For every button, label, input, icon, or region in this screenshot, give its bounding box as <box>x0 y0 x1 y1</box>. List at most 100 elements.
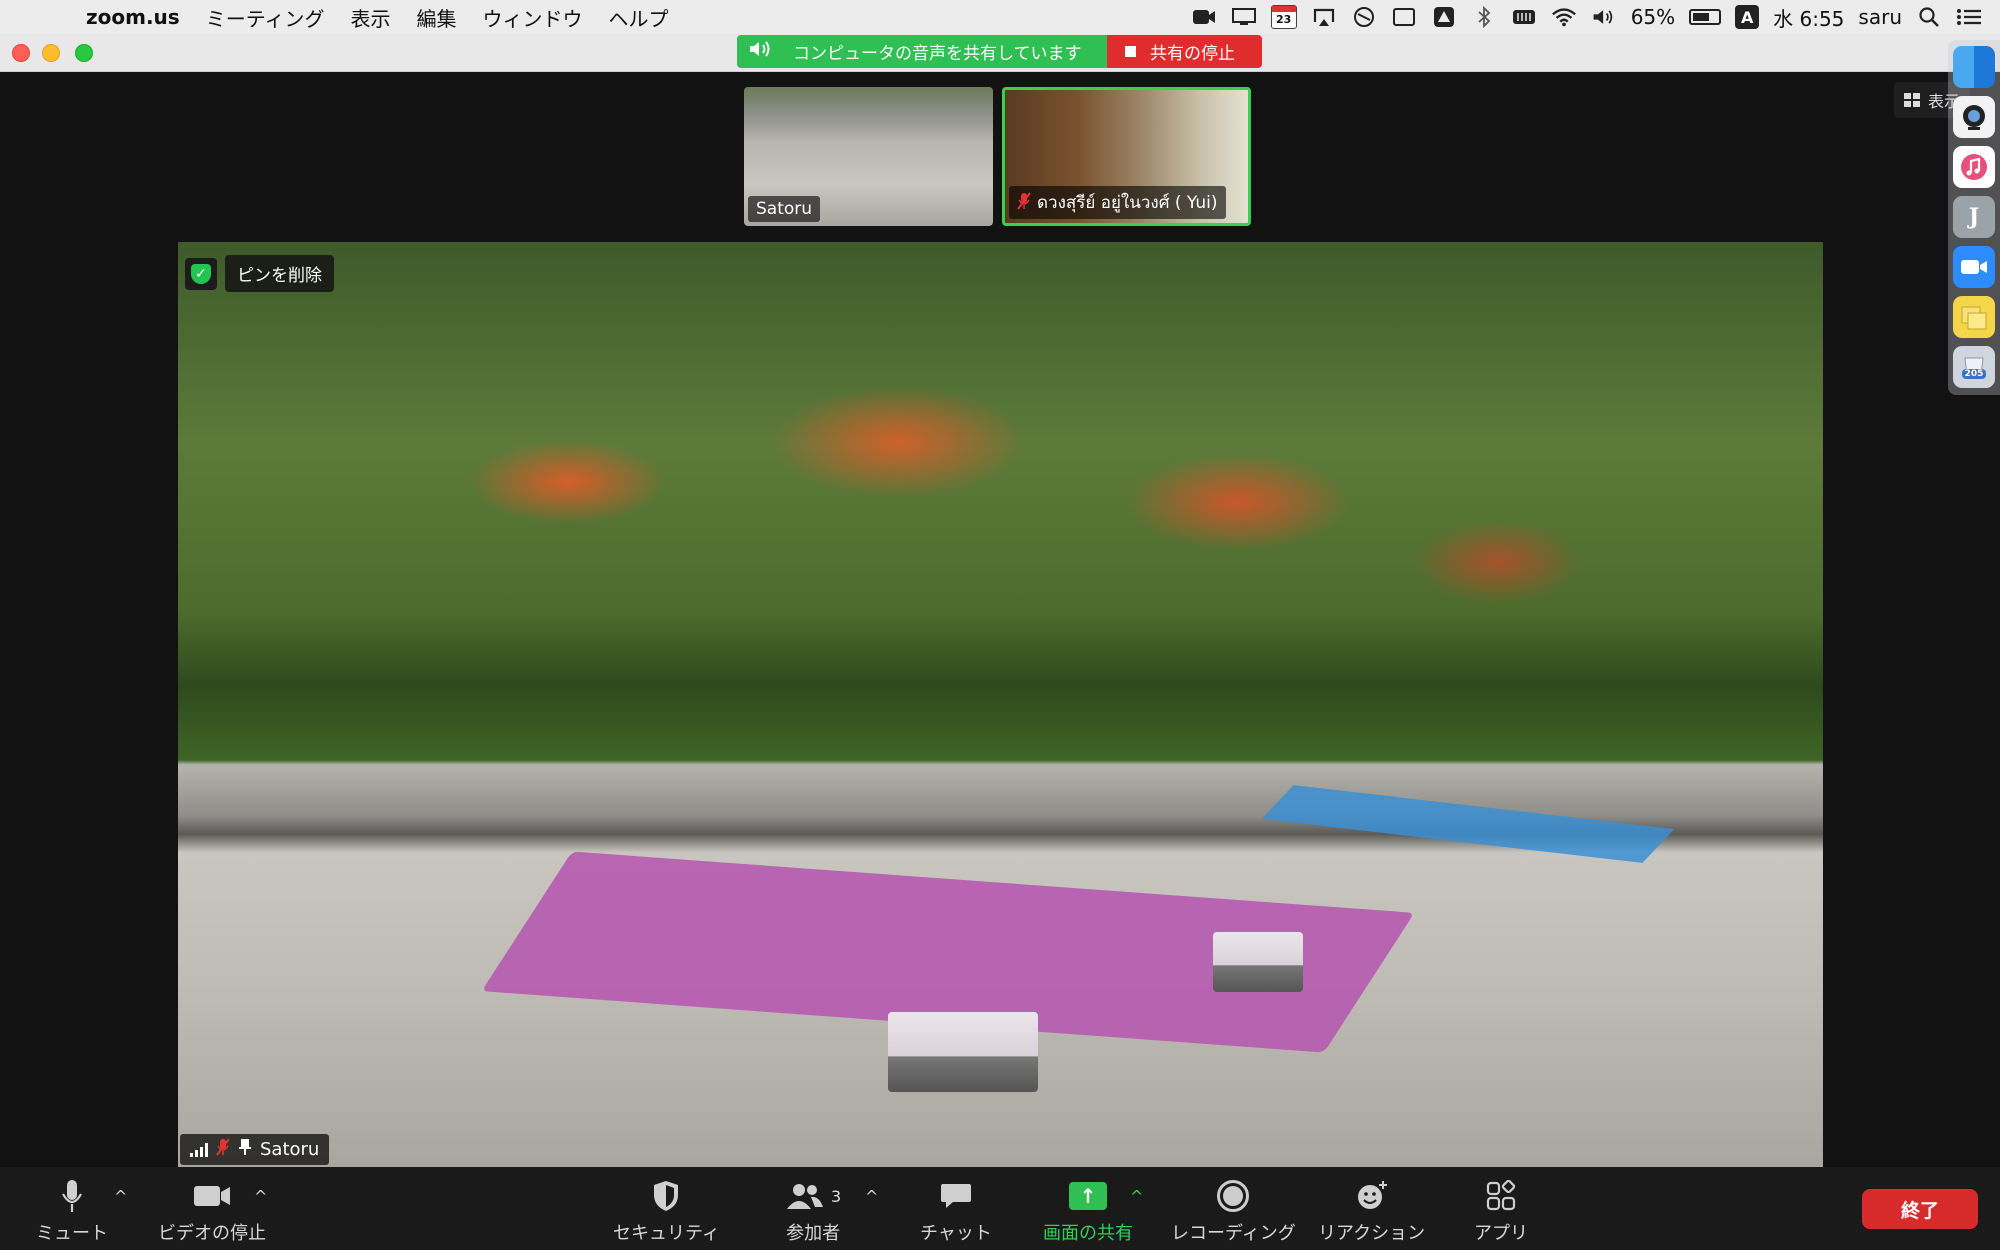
webcam-app-icon[interactable] <box>1953 96 1995 138</box>
video-content <box>1213 932 1303 992</box>
menu-help[interactable]: ヘルプ <box>609 3 669 32</box>
trash-icon[interactable]: 205 <box>1953 346 1995 388</box>
participant-count: 3 <box>831 1186 842 1206</box>
meeting-toolbar: ミュート ^ ビデオの停止 ^ セキュリティ 3 参加者 ^ チャット ↑ 画面… <box>0 1167 2000 1250</box>
participant-thumbnail-active-speaker[interactable]: ดวงสุรีย์ อยู่ในวงศ์ ( Yui) <box>1002 87 1251 226</box>
close-window-button[interactable] <box>12 44 30 62</box>
share-screen-label: 画面の共有 <box>1043 1223 1133 1244</box>
minimize-window-button[interactable] <box>42 44 60 62</box>
record-label: レコーディング <box>1171 1223 1296 1244</box>
pinned-video-feed[interactable] <box>178 242 1823 1167</box>
muted-mic-icon <box>1017 191 1031 214</box>
video-content <box>1261 785 1675 863</box>
reactions-button[interactable]: リアクション <box>1318 1177 1425 1245</box>
macos-dock: J 205 <box>1948 40 2000 395</box>
volume-icon[interactable] <box>1591 6 1617 28</box>
share-audio-status: コンピュータの音声を共有しています <box>737 35 1107 68</box>
chat-button[interactable]: チャット <box>920 1177 992 1245</box>
speaker-icon <box>747 38 775 65</box>
encryption-shield-icon[interactable]: ✓ <box>185 257 217 290</box>
participants-icon: 3 <box>785 1177 841 1215</box>
apps-icon <box>1485 1177 1517 1215</box>
menu-extras: 23 65% A 水 6:55 saru <box>1191 0 1982 34</box>
participants-label: 参加者 <box>786 1223 841 1244</box>
main-video-participant-name: Satoru <box>260 1139 320 1160</box>
menubar-clock[interactable]: 水 6:55 <box>1773 3 1844 32</box>
stop-share-label: 共有の停止 <box>1150 44 1235 64</box>
menu-view[interactable]: 表示 <box>351 3 391 32</box>
zoom-video-status-icon[interactable] <box>1191 6 1217 28</box>
mute-button[interactable]: ミュート <box>36 1177 108 1245</box>
zoom-app-icon[interactable] <box>1953 246 1995 288</box>
triangle-app-icon[interactable] <box>1431 6 1457 28</box>
bluetooth-icon[interactable] <box>1471 6 1497 28</box>
connection-signal-icon <box>190 1142 208 1157</box>
menu-bar: zoom.us ミーティング 表示 編集 ウィンドウ ヘルプ 23 65% A … <box>0 0 2000 34</box>
calendar-icon[interactable]: 23 <box>1270 5 1297 29</box>
share-audio-banner: コンピュータの音声を共有しています 共有の停止 <box>737 35 1262 68</box>
chat-label: チャット <box>920 1223 992 1244</box>
pin-controls: ✓ ピンを削除 <box>185 255 334 292</box>
main-video-name-tag: Satoru <box>180 1134 330 1165</box>
stop-video-button[interactable]: ビデオの停止 <box>158 1177 266 1245</box>
stop-share-button[interactable]: 共有の停止 <box>1107 35 1262 68</box>
menu-meeting[interactable]: ミーティング <box>206 3 325 32</box>
j-app-icon[interactable]: J <box>1953 196 1995 238</box>
fullscreen-window-button[interactable] <box>75 44 93 62</box>
thumbnail-name-label: ดวงสุรีย์ อยู่ในวงศ์ ( Yui) <box>1009 186 1226 219</box>
share-screen-icon: ↑ <box>1069 1177 1107 1215</box>
audio-options-chevron-up-icon[interactable]: ^ <box>114 1187 127 1206</box>
keyboard-brightness-icon[interactable] <box>1511 6 1537 28</box>
menu-app-name[interactable]: zoom.us <box>86 5 180 29</box>
input-source-icon[interactable]: A <box>1735 5 1760 29</box>
battery-level <box>1693 13 1710 21</box>
display-icon[interactable] <box>1231 6 1257 28</box>
security-button[interactable]: セキュリティ <box>613 1177 720 1245</box>
thumbnail-name-label: Satoru <box>748 196 821 222</box>
video-content <box>888 1012 1038 1092</box>
battery-percent: 65% <box>1630 5 1676 29</box>
finder-icon[interactable] <box>1953 46 1995 88</box>
menubar-user[interactable]: saru <box>1858 5 1902 29</box>
dock-badge: 205 <box>1961 369 1987 379</box>
thumbnail-name: Satoru <box>756 199 813 219</box>
stop-video-label: ビデオの停止 <box>158 1223 266 1244</box>
mute-label: ミュート <box>36 1223 108 1244</box>
video-options-chevron-up-icon[interactable]: ^ <box>254 1187 267 1206</box>
participants-chevron-up-icon[interactable]: ^ <box>865 1187 878 1206</box>
record-icon <box>1217 1177 1250 1215</box>
music-app-icon[interactable] <box>1953 146 1995 188</box>
do-not-disturb-icon[interactable] <box>1351 6 1377 28</box>
reactions-label: リアクション <box>1318 1223 1426 1244</box>
wifi-icon[interactable] <box>1551 6 1577 28</box>
screen-mirroring-icon[interactable] <box>1311 6 1337 28</box>
grid-view-icon <box>1903 93 1920 107</box>
record-button[interactable]: レコーディング <box>1171 1177 1296 1245</box>
menu-edit[interactable]: 編集 <box>417 3 457 32</box>
emoji-icon <box>1355 1177 1389 1215</box>
participant-thumbnail[interactable]: Satoru <box>744 87 993 226</box>
battery-icon[interactable] <box>1689 9 1722 25</box>
thumbnail-name: ดวงสุรีย์ อยู่ในวงศ์ ( Yui) <box>1037 193 1218 213</box>
apps-label: アプリ <box>1474 1223 1528 1244</box>
notification-center-icon[interactable] <box>1956 6 1982 28</box>
share-options-chevron-up-icon[interactable]: ^ <box>1130 1187 1143 1206</box>
stop-square-icon <box>1125 46 1136 57</box>
participants-button[interactable]: 3 参加者 <box>785 1177 841 1245</box>
muted-mic-icon <box>216 1138 230 1161</box>
window-icon[interactable] <box>1391 6 1417 28</box>
menu-window[interactable]: ウィンドウ <box>483 3 583 32</box>
pin-icon <box>238 1138 252 1161</box>
share-screen-button[interactable]: ↑ 画面の共有 <box>1043 1177 1133 1245</box>
chat-bubble-icon <box>939 1177 973 1215</box>
apps-button[interactable]: アプリ <box>1474 1177 1528 1245</box>
stickies-app-icon[interactable] <box>1953 296 1995 338</box>
security-label: セキュリティ <box>613 1223 720 1244</box>
share-audio-status-text: コンピュータの音声を共有しています <box>793 44 1082 64</box>
shield-icon <box>651 1177 681 1215</box>
end-meeting-button[interactable]: 終了 <box>1862 1189 1978 1229</box>
spotlight-search-icon[interactable] <box>1916 6 1942 28</box>
unpin-button[interactable]: ピンを削除 <box>225 255 334 292</box>
microphone-icon <box>59 1177 85 1215</box>
video-camera-icon <box>192 1177 232 1215</box>
